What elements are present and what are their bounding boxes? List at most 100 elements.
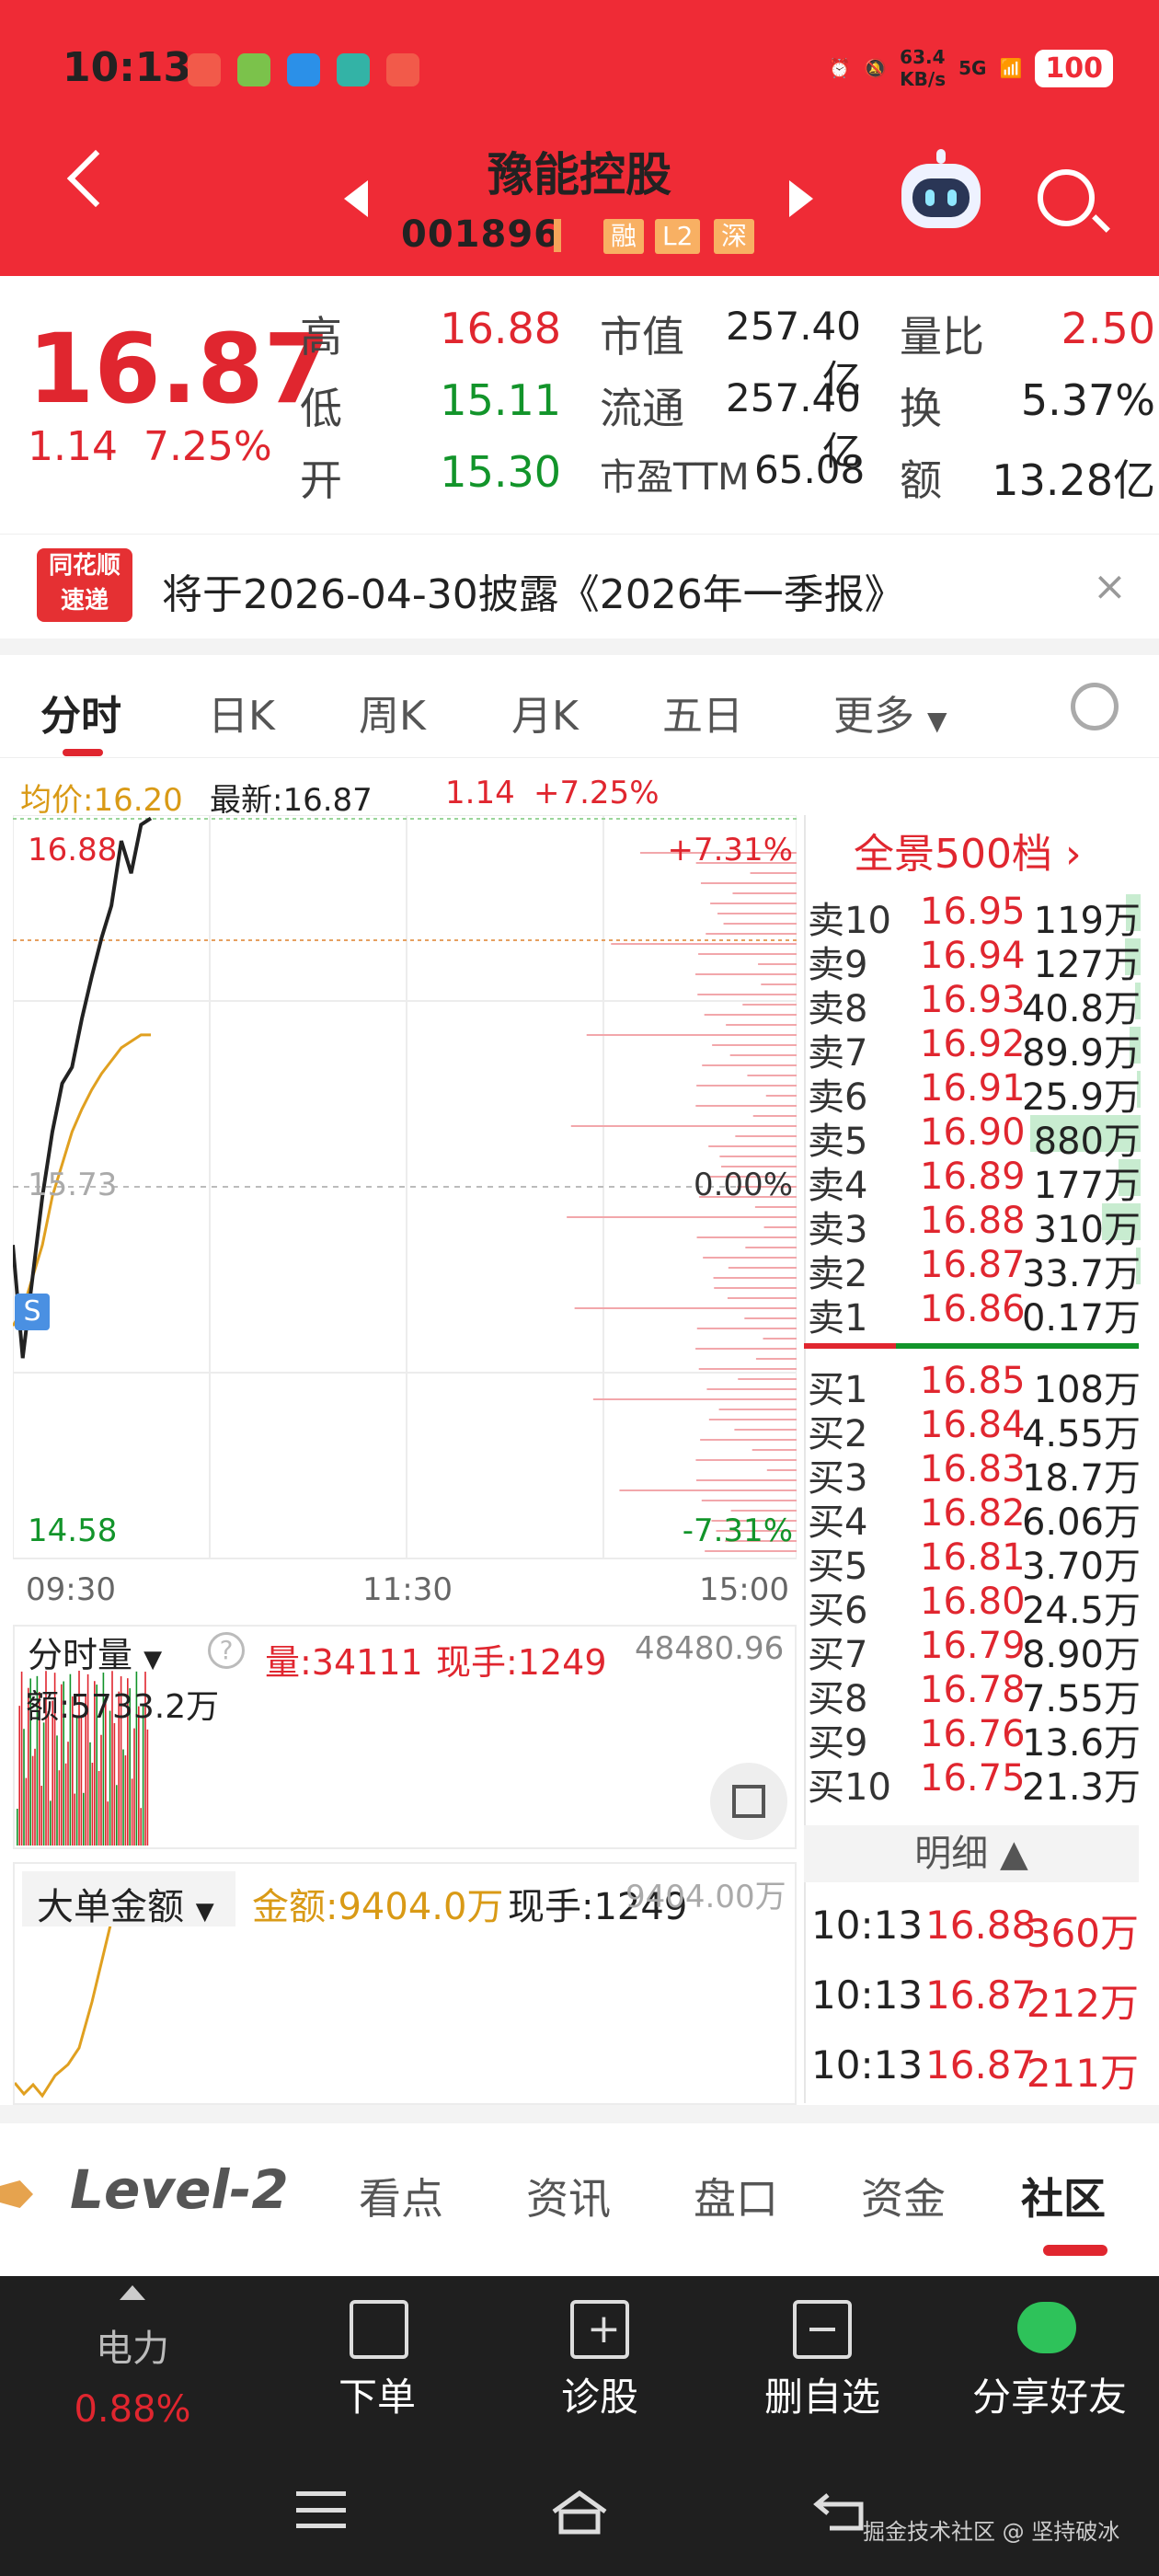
wechat-icon[interactable] [1017, 2302, 1076, 2353]
home-icon[interactable] [550, 2490, 609, 2536]
ask-row[interactable]: 卖4 16.89 177万 [808, 1156, 1141, 1207]
depth-bar [697, 994, 797, 995]
order-book-title[interactable]: 全景500档 › [854, 821, 1082, 880]
latest-change: 1.14 [445, 775, 515, 811]
order-book-prc: 16.95 [920, 891, 1026, 933]
tab-underline [63, 749, 103, 756]
badge-l2: L2 [655, 219, 701, 254]
order-icon[interactable] [350, 2300, 408, 2359]
level2-tab[interactable]: Level-2 [70, 2158, 289, 2221]
ask-row[interactable]: 卖7 16.92 89.9万 [808, 1023, 1141, 1075]
ask-row[interactable]: 卖3 16.88 310万 [808, 1200, 1141, 1251]
big-order-selector[interactable]: 大单金额 ▼ [37, 1877, 214, 1930]
status-time: 10:13 [63, 44, 192, 91]
back-icon[interactable] [811, 2491, 866, 2532]
chevron-up-icon[interactable] [120, 2285, 145, 2300]
volume-bar [98, 1770, 100, 1846]
close-icon[interactable]: × [1093, 563, 1127, 610]
detail-header[interactable]: 明细 ▲ [804, 1825, 1139, 1882]
tab-monthly-k[interactable]: 月K [511, 683, 579, 742]
remove-watchlist-button[interactable]: 删自选 [730, 2366, 914, 2422]
settings-icon[interactable] [1071, 683, 1119, 730]
amount-label: 额 [900, 455, 942, 505]
ask-row[interactable]: 卖6 16.91 25.9万 [808, 1067, 1141, 1119]
intraday-chart[interactable]: 16.88 15.73 14.58 +7.31% 0.00% -7.31% S [13, 815, 797, 1564]
depth-bar [695, 1348, 797, 1350]
depth-bar [592, 1398, 797, 1400]
depth-bar [727, 1297, 797, 1299]
depth-bar [735, 1135, 797, 1137]
tab-more[interactable]: 更多 ▼ [833, 683, 947, 742]
ask-row[interactable]: 卖1 16.86 0.17万 [808, 1288, 1141, 1340]
volume-bar [91, 1763, 94, 1846]
tab-weekly-k[interactable]: 周K [359, 683, 426, 742]
time-close: 15:00 [699, 1571, 789, 1608]
sell-marker[interactable]: S [15, 1294, 50, 1330]
depth-bar [698, 1368, 797, 1370]
tab-highlights[interactable]: 看点 [359, 2166, 443, 2226]
low-value: 15.11 [440, 375, 561, 425]
assistant-robot-icon[interactable] [901, 149, 981, 228]
prev-stock-icon[interactable] [344, 180, 368, 217]
tab-intraday[interactable]: 分时 [40, 683, 121, 742]
order-book-prc: 16.82 [920, 1492, 1026, 1535]
menu-icon[interactable] [296, 2491, 346, 2528]
tab-daily-k[interactable]: 日K [208, 683, 275, 742]
bid-row[interactable]: 买7 16.79 8.90万 [808, 1625, 1141, 1676]
float-label: 流通 [600, 384, 684, 433]
ask-row[interactable]: 卖2 16.87 33.7万 [808, 1244, 1141, 1295]
bid-row[interactable]: 买2 16.84 4.55万 [808, 1404, 1141, 1455]
ask-row[interactable]: 卖8 16.93 40.8万 [808, 979, 1141, 1030]
ask-row[interactable]: 卖5 16.90 880万 [808, 1111, 1141, 1163]
volume-current-hand: 现手:1249 [436, 1642, 607, 1683]
level2-diamond-icon [0, 2180, 33, 2208]
bid-row[interactable]: 买5 16.81 3.70万 [808, 1536, 1141, 1588]
bid-row[interactable]: 买4 16.82 6.06万 [808, 1492, 1141, 1544]
amount-value: 13.28亿 [992, 455, 1155, 505]
depth-bar [611, 943, 797, 945]
notice-text[interactable]: 将于2026-04-30披露《2026年一季报》 [162, 561, 905, 620]
tab-news[interactable]: 资讯 [526, 2166, 611, 2226]
order-button[interactable]: 下单 [285, 2366, 469, 2422]
tab-funds[interactable]: 资金 [861, 2166, 946, 2226]
expand-button[interactable] [710, 1763, 787, 1840]
ask-row[interactable]: 卖10 16.95 119万 [808, 891, 1141, 942]
bid-row[interactable]: 买1 16.85 108万 [808, 1360, 1141, 1411]
depth-bar [729, 1054, 797, 1056]
help-icon[interactable]: ? [208, 1632, 245, 1669]
depth-bar [701, 1500, 797, 1501]
volume-selector[interactable]: 分时量 ▼ [28, 1627, 162, 1677]
price-change: 1.14 7.25% [28, 423, 272, 470]
volume-bar [109, 1710, 111, 1846]
high-value: 16.88 [440, 304, 561, 353]
alarm-icon: ⏰ [828, 57, 852, 79]
trade-tick-p: 16.87 [925, 2042, 1037, 2087]
turnover-label: 换 [900, 384, 942, 433]
depth-bar [696, 1085, 797, 1087]
pct-tick-high: +7.31% [667, 832, 794, 868]
bid-row[interactable]: 买6 16.80 24.5万 [808, 1581, 1141, 1632]
depth-bar [755, 1358, 797, 1360]
search-icon[interactable] [1038, 169, 1095, 226]
bid-row[interactable]: 买8 16.78 7.55万 [808, 1669, 1141, 1720]
tab-community[interactable]: 社区 [1021, 2166, 1106, 2226]
remove-watchlist-icon[interactable] [793, 2300, 852, 2359]
bid-row[interactable]: 买10 16.75 21.3万 [808, 1757, 1141, 1809]
volume-bar [80, 1717, 83, 1846]
tab-order-book[interactable]: 盘口 [694, 2166, 778, 2226]
bid-row[interactable]: 买3 16.83 18.7万 [808, 1448, 1141, 1500]
order-book-prc: 16.76 [920, 1713, 1026, 1755]
next-stock-icon[interactable] [789, 180, 813, 217]
ask-row[interactable]: 卖9 16.94 127万 [808, 935, 1141, 986]
volume-value: 量:34111 [265, 1642, 423, 1683]
depth-bar [696, 1328, 797, 1329]
trade-tick-v: 360万 [1026, 1911, 1139, 1956]
share-button[interactable]: 分享好友 [953, 2366, 1146, 2422]
depth-bar [695, 1105, 797, 1107]
tab-five-day[interactable]: 五日 [662, 683, 743, 742]
sector-name[interactable]: 电力 [40, 2318, 224, 2372]
diagnose-icon[interactable]: + [570, 2300, 629, 2359]
volume-ratio-value: 2.50 [1061, 304, 1155, 353]
diagnose-button[interactable]: 诊股 [508, 2366, 692, 2422]
bid-row[interactable]: 买9 16.76 13.6万 [808, 1713, 1141, 1765]
